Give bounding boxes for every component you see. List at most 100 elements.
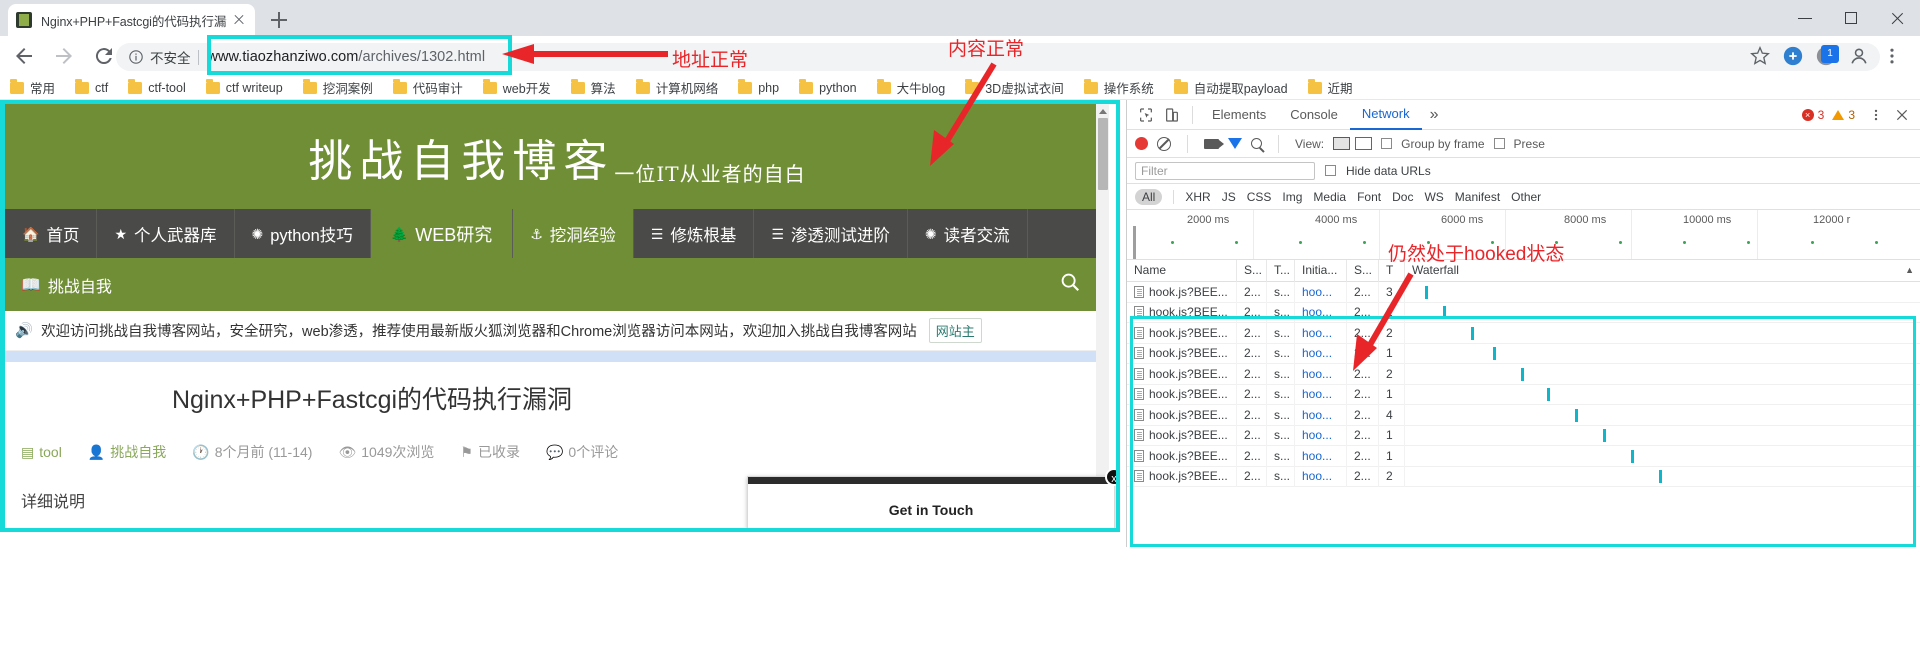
table-row[interactable]: hook.js?BEE... 2... s... hoo... 2... 2 [1127,322,1920,344]
preserve-log-checkbox[interactable] [1493,138,1505,149]
forward-button[interactable] [52,44,76,68]
table-row[interactable]: hook.js?BEE... 2... s... hoo... 2... 4 [1127,404,1920,426]
bookmark-item[interactable]: 挖洞案例 [302,78,373,97]
filter-icon[interactable] [1228,138,1242,149]
type-filter-font[interactable]: Font [1357,190,1381,204]
bookmark-label: ctf-tool [148,80,186,95]
bookmark-item[interactable]: 算法 [570,78,616,97]
type-filter-manifest[interactable]: Manifest [1455,190,1500,204]
type-filter-media[interactable]: Media [1313,190,1346,204]
type-filter-other[interactable]: Other [1511,190,1541,204]
row-initiator[interactable]: hoo... [1295,404,1347,425]
not-secure-info-icon[interactable] [128,49,144,65]
extension-badge-icon[interactable]: 1 [1812,42,1840,70]
table-row[interactable]: hook.js?BEE... 2... s... hoo... 2... 3 [1127,281,1920,303]
search-icon[interactable] [1251,138,1262,149]
row-initiator[interactable]: hoo... [1295,445,1347,466]
table-row[interactable]: hook.js?BEE... 2... s... hoo... 2... 1 [1127,384,1920,405]
back-button[interactable] [12,44,36,68]
devtools-settings-kebab-icon[interactable] [1863,102,1889,128]
table-row[interactable]: hook.js?BEE... 2... s... hoo... 2... 2 [1127,363,1920,385]
bookmark-item[interactable]: 操作系统 [1083,78,1154,97]
view-waterfall-icon[interactable] [1355,137,1373,150]
devtools-close-icon[interactable] [1889,102,1915,128]
type-filter-all[interactable]: All [1135,188,1163,205]
reload-button[interactable] [92,44,116,68]
close-window-button[interactable] [1874,0,1920,36]
new-tab-button[interactable] [268,9,290,31]
record-icon[interactable] [1135,137,1148,150]
url-text: www.tiaozhanziwo.com/archives/1302.html [208,49,1869,65]
tab-elements[interactable]: Elements [1200,101,1278,129]
waterfall-sort-icon[interactable]: ▲ [1905,260,1914,281]
bookmark-item[interactable]: php [738,79,779,95]
inspect-element-icon[interactable] [1133,102,1159,128]
type-filter-doc[interactable]: Doc [1392,190,1413,204]
error-count-badge[interactable]: × 3 [1801,108,1824,122]
column-header-type[interactable]: T... [1267,259,1295,282]
more-tabs-icon[interactable]: » [1422,106,1447,124]
group-by-frame-checkbox[interactable] [1381,138,1393,149]
type-filter-xhr[interactable]: XHR [1185,190,1210,204]
site-search-icon[interactable] [1059,271,1081,298]
table-row[interactable]: hook.js?BEE... 2... s... hoo... 2... 1 [1127,343,1920,364]
bookmark-item[interactable]: web开发 [482,78,551,97]
page-scrollbar[interactable] [1096,104,1109,528]
hide-data-urls-checkbox[interactable] [1325,165,1336,176]
bookmark-item[interactable]: 常用 [10,78,55,97]
bookmark-item[interactable]: python [799,79,857,95]
type-filter-css[interactable]: CSS [1247,190,1272,204]
bookmark-item[interactable]: 自动提取payload [1173,78,1288,97]
nav-item-foundation[interactable]: ☰ 修炼根基 [634,209,755,258]
minimize-button[interactable] [1782,0,1828,36]
bookmark-item[interactable]: ctf [75,79,108,95]
scrollbar-thumb[interactable] [1098,118,1108,190]
extension-lastpass-icon[interactable] [1779,42,1807,70]
nav-item-web-research[interactable]: 🌲 WEB研究 [370,209,514,258]
table-row[interactable]: hook.js?BEE... 2... s... hoo... 2... 1 [1127,425,1920,446]
nav-item-pentest[interactable]: ☰ 渗透测试进阶 [754,209,908,258]
profile-avatar-icon[interactable] [1845,42,1873,70]
nav-item-bug-hunting[interactable]: ⚓ 挖洞经验 [513,209,634,258]
tab-close-icon[interactable] [231,12,247,28]
type-filter-img[interactable]: Img [1282,190,1302,204]
nav-item-python[interactable]: ✺ python技巧 [235,209,371,258]
nav-item-community[interactable]: ✺ 读者交流 [908,209,1028,258]
bookmark-item[interactable]: 计算机网络 [635,78,718,97]
bookmark-item[interactable]: ctf-tool [128,79,186,95]
camera-icon[interactable] [1204,138,1224,149]
bookmark-item[interactable]: 代码审计 [392,78,463,97]
breadcrumb[interactable]: 📖 挑战自我 [21,273,112,297]
column-header-name[interactable]: Name [1127,259,1237,282]
notice-tag[interactable]: 网站主 [928,318,982,343]
clear-icon[interactable] [1157,136,1171,151]
meta-category[interactable]: ▤ tool [21,444,62,461]
type-filter-ws[interactable]: WS [1424,190,1443,204]
device-toolbar-icon[interactable] [1159,102,1185,128]
nav-item-arsenal[interactable]: ★ 个人武器库 [97,209,235,258]
table-row[interactable]: hook.js?BEE... 2... s... hoo... 2... 1 [1127,302,1920,323]
row-initiator[interactable]: hoo... [1295,466,1347,487]
row-initiator[interactable]: hoo... [1295,425,1347,446]
scroll-up-arrow-icon[interactable] [1099,109,1107,114]
row-initiator[interactable]: hoo... [1295,384,1347,405]
filter-input[interactable]: Filter [1135,161,1315,180]
tab-network[interactable]: Network [1349,100,1422,130]
maximize-button[interactable] [1828,0,1874,36]
chrome-menu-icon[interactable] [1878,42,1906,70]
dialog-close-icon[interactable]: x [1105,468,1116,486]
type-filter-js[interactable]: JS [1222,190,1236,204]
table-row[interactable]: hook.js?BEE... 2... s... hoo... 2... 2 [1127,466,1920,487]
bookmark-item[interactable]: ctf writeup [205,79,283,95]
view-list-icon[interactable] [1333,137,1351,150]
bookmark-star-icon[interactable] [1746,42,1774,70]
bookmark-item[interactable]: 近期 [1307,78,1353,97]
column-header-status[interactable]: S... [1237,259,1267,282]
nav-item-home[interactable]: 🏠 首页 [5,209,98,258]
meta-comments[interactable]: 💬 0个评论 [546,442,618,462]
warning-count-badge[interactable]: 3 [1832,108,1855,122]
browser-tab[interactable]: Nginx+PHP+Fastcgi的代码执行漏洞 [8,4,255,36]
table-row[interactable]: hook.js?BEE... 2... s... hoo... 2... 1 [1127,445,1920,467]
meta-author[interactable]: 👤 挑战自我 [88,442,166,462]
tab-console[interactable]: Console [1278,101,1350,129]
